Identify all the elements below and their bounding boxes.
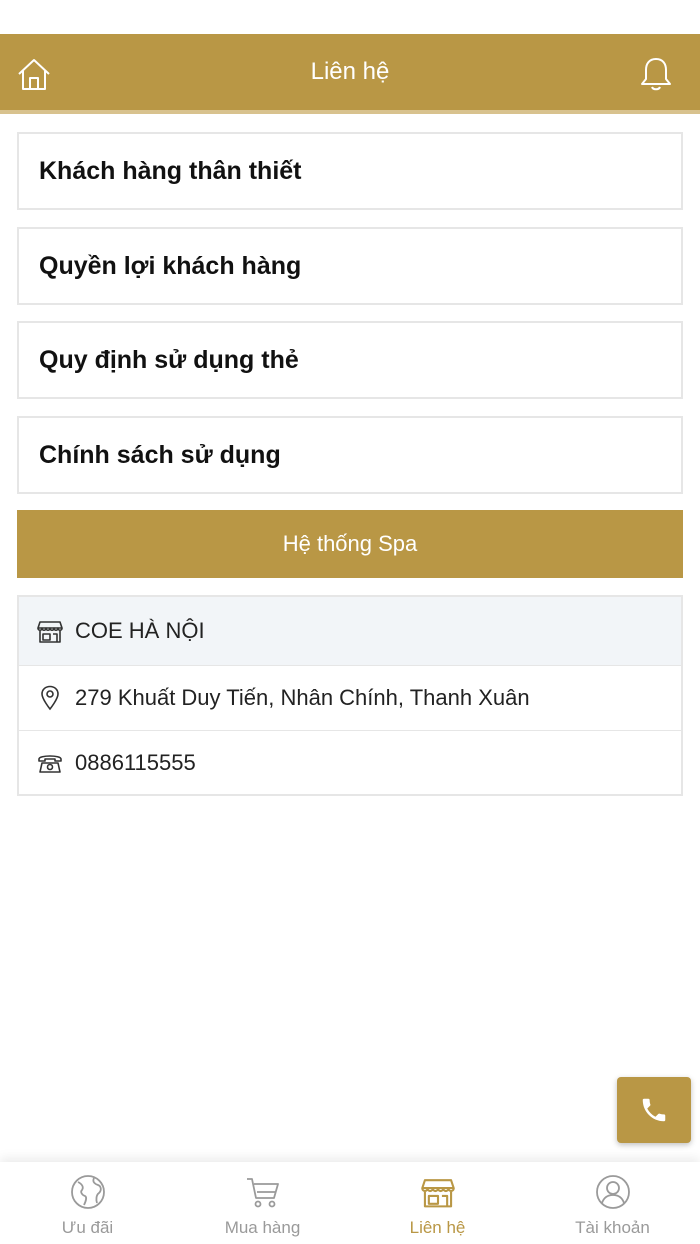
home-icon: [18, 59, 50, 90]
tab-label: Mua hàng: [224, 1218, 301, 1237]
phone-icon: [642, 1098, 666, 1122]
page-title: Liên hệ: [310, 58, 390, 85]
spa-phone: 0886115555: [75, 749, 196, 775]
bottom-tab-bar: Ưu đãi Mua hàng Liên hệ Tài khoản: [0, 1162, 700, 1244]
call-button[interactable]: [617, 1077, 691, 1143]
tab-contact[interactable]: Liên hệ: [350, 1162, 525, 1244]
spa-system-button[interactable]: Hệ thống Spa: [17, 510, 683, 578]
menu-item-loyal-customer[interactable]: Khách hàng thân thiết: [17, 132, 683, 210]
home-button[interactable]: [14, 54, 54, 94]
spa-address-row[interactable]: 279 Khuất Duy Tiến, Nhân Chính, Thanh Xu…: [19, 666, 681, 730]
store-icon: [37, 618, 63, 644]
tab-shopping[interactable]: Mua hàng: [175, 1162, 350, 1244]
globe-icon: [68, 1172, 108, 1212]
notifications-button[interactable]: [636, 54, 676, 94]
menu-item-label: Quyền lợi khách hàng: [39, 251, 302, 280]
menu-item-customer-benefits[interactable]: Quyền lợi khách hàng: [17, 227, 683, 305]
app-header: Liên hệ: [0, 34, 700, 114]
tab-account[interactable]: Tài khoản: [525, 1162, 700, 1244]
menu-item-label: Chính sách sử dụng: [39, 440, 281, 469]
store-icon: [418, 1172, 458, 1212]
telephone-icon: [37, 750, 63, 776]
user-icon: [593, 1172, 633, 1212]
spa-phone-row[interactable]: 0886115555: [19, 730, 681, 794]
tab-offers[interactable]: Ưu đãi: [0, 1162, 175, 1244]
spa-card-header: COE HÀ NỘI: [19, 597, 681, 666]
menu-item-card-rules[interactable]: Quy định sử dụng thẻ: [17, 321, 683, 399]
menu-item-usage-policy[interactable]: Chính sách sử dụng: [17, 416, 683, 494]
bell-icon: [641, 58, 671, 91]
menu-item-label: Quy định sử dụng thẻ: [39, 345, 299, 374]
location-pin-icon: [37, 685, 63, 711]
tab-label: Tài khoản: [575, 1218, 650, 1237]
tab-label: Liên hệ: [409, 1218, 466, 1237]
spa-card: COE HÀ NỘI 279 Khuất Duy Tiến, Nhân Chín…: [17, 595, 683, 796]
spa-address: 279 Khuất Duy Tiến, Nhân Chính, Thanh Xu…: [75, 685, 530, 710]
menu-item-label: Khách hàng thân thiết: [39, 156, 302, 185]
tab-label: Ưu đãi: [61, 1218, 114, 1237]
cart-icon: [243, 1172, 283, 1212]
spa-name: COE HÀ NỘI: [75, 618, 205, 643]
